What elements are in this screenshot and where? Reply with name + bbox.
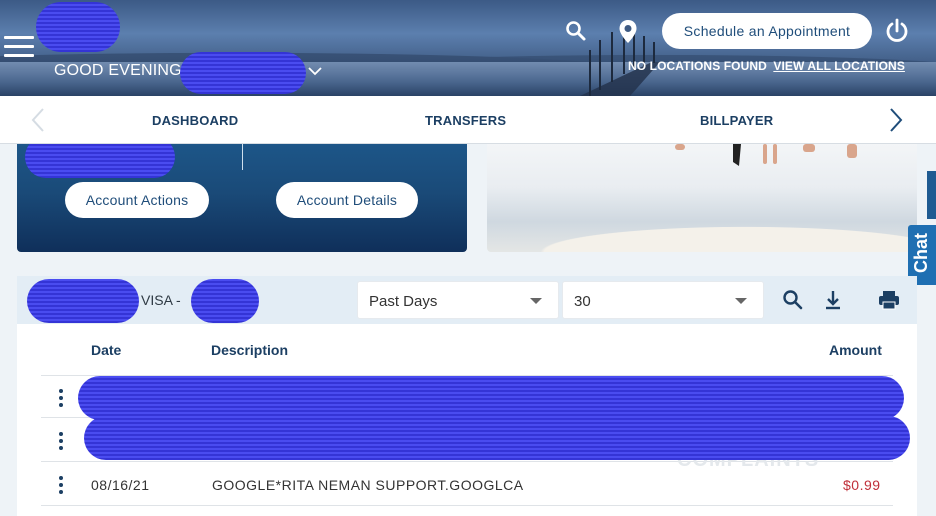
- row-date: 08/16/21: [91, 477, 150, 493]
- account-summary-card: Account Actions Account Details: [17, 144, 467, 252]
- location-pin-icon[interactable]: [618, 19, 638, 45]
- main-nav: DASHBOARD TRANSFERS BILLPAYER: [0, 96, 936, 144]
- days-count-value: 30: [574, 293, 591, 310]
- header-banner: GOOD EVENING Schedule an Appointment NO …: [0, 0, 936, 96]
- account-details-button[interactable]: Account Details: [276, 182, 418, 218]
- transactions-panel: VISA - Past Days 30 Date Description Amo…: [17, 276, 917, 516]
- nav-prev-arrow-icon[interactable]: [28, 106, 50, 134]
- view-all-locations-link[interactable]: VIEW ALL LOCATIONS: [773, 59, 905, 73]
- search-transactions-icon[interactable]: [782, 289, 804, 311]
- days-count-select[interactable]: 30: [562, 281, 764, 319]
- locations-status: NO LOCATIONS FOUND: [628, 59, 767, 73]
- nav-item-billpayer[interactable]: BILLPAYER: [700, 113, 773, 128]
- row-description: GOOGLE*RITA NEMAN SUPPORT.GOOGLCA: [212, 477, 524, 493]
- redacted-logo: [36, 2, 120, 52]
- search-icon[interactable]: [565, 20, 587, 42]
- redacted-transaction-2: [84, 416, 910, 460]
- period-filter-select[interactable]: Past Days: [357, 281, 559, 319]
- redacted-card-number: [191, 279, 259, 323]
- column-header-date[interactable]: Date: [91, 342, 121, 358]
- greeting-text: GOOD EVENING: [54, 62, 182, 79]
- app-root: GOOD EVENING Schedule an Appointment NO …: [0, 0, 936, 516]
- chevron-down-icon[interactable]: [306, 64, 324, 78]
- table-row[interactable]: 08/16/21 GOOGLE*RITA NEMAN SUPPORT.GOOGL…: [41, 463, 893, 506]
- redacted-user-name: [180, 52, 306, 94]
- nav-next-arrow-icon[interactable]: [885, 106, 907, 134]
- row-menu-icon[interactable]: [59, 476, 63, 494]
- account-type-label: VISA -: [141, 292, 181, 308]
- period-filter-value: Past Days: [369, 293, 438, 310]
- row-amount: $0.99: [843, 477, 881, 493]
- download-icon[interactable]: [822, 289, 844, 311]
- jumping-people-image: [675, 144, 857, 166]
- transactions-toolbar: VISA - Past Days 30: [17, 276, 917, 324]
- days-count-caret-icon: [735, 298, 747, 304]
- card-divider: [242, 144, 243, 170]
- menu-icon[interactable]: [4, 36, 34, 60]
- redacted-transaction-1: [78, 376, 904, 420]
- schedule-appointment-button[interactable]: Schedule an Appointment: [662, 13, 872, 49]
- column-header-amount[interactable]: Amount: [829, 342, 882, 358]
- power-icon[interactable]: [884, 17, 910, 45]
- chat-label: Chat: [911, 233, 931, 273]
- column-header-description[interactable]: Description: [211, 342, 288, 358]
- locations-status-line: NO LOCATIONS FOUND VIEW ALL LOCATIONS: [628, 59, 905, 73]
- promo-banner-image: [487, 144, 917, 252]
- nav-item-dashboard[interactable]: DASHBOARD: [152, 113, 238, 128]
- period-filter-caret-icon: [530, 298, 542, 304]
- side-accent-tab[interactable]: [927, 171, 936, 219]
- print-icon[interactable]: [877, 289, 901, 311]
- redacted-account-name: [25, 144, 175, 178]
- redacted-card-name: [27, 279, 139, 323]
- account-actions-button[interactable]: Account Actions: [65, 182, 209, 218]
- row-menu-icon[interactable]: [59, 389, 63, 407]
- beach-sand: [487, 220, 917, 252]
- nav-item-transfers[interactable]: TRANSFERS: [425, 113, 506, 128]
- row-menu-icon[interactable]: [59, 432, 63, 450]
